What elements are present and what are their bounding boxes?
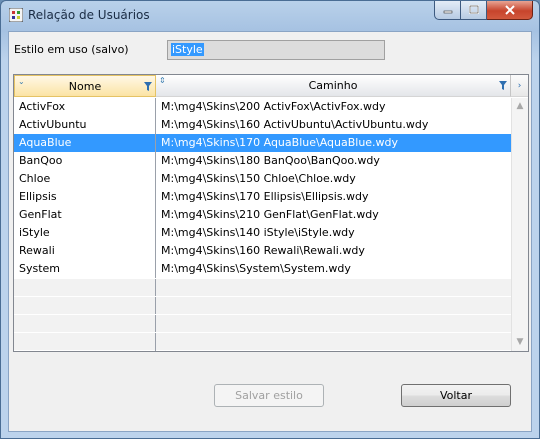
table-row[interactable]: BanQoo M:\mg4\Skins\180 BanQoo\BanQoo.wdy: [14, 152, 511, 170]
grid-rows: ActivFox M:\mg4\Skins\200 ActivFox\ActivF…: [14, 98, 511, 351]
cell-caminho: M:\mg4\Skins\170 AquaBlue\AquaBlue.wdy: [156, 134, 511, 152]
empty-row: [14, 314, 511, 333]
dialog-window: Relação de Usuários Estilo em uso (salvo…: [0, 0, 540, 439]
cell-caminho: M:\mg4\Skins\140 iStyle\iStyle.wdy: [161, 226, 355, 239]
sort-arrows-icon: ⇕: [159, 76, 166, 85]
back-button[interactable]: Voltar: [401, 384, 511, 407]
table-row[interactable]: Ellipsis M:\mg4\Skins\170 Ellipsis\Ellips…: [14, 188, 511, 206]
empty-cell: [14, 315, 156, 333]
cell-caminho: M:\mg4\Skins\200 ActivFox\ActivFox.wdy: [161, 100, 386, 113]
cell-nome: Ellipsis: [14, 188, 156, 206]
table-row[interactable]: Chloe M:\mg4\Skins\150 Chloe\Chloe.wdy: [14, 170, 511, 188]
grid-header: ⌄ Nome ⇕ Caminho ›: [14, 75, 528, 97]
users-app-icon: [8, 7, 24, 23]
scroll-right-button[interactable]: ›: [511, 75, 528, 97]
users-grid[interactable]: ⌄ Nome ⇕ Caminho › ActivFox M:\mg4\Skins\…: [13, 74, 529, 352]
cell-caminho: M:\mg4\Skins\160 ActivUbuntu\ActivUbuntu…: [161, 118, 429, 131]
close-icon: [504, 5, 515, 15]
cell-nome: System: [14, 260, 156, 278]
scroll-up-icon[interactable]: ▲: [512, 98, 528, 115]
cell-nome: ActivUbuntu: [14, 116, 156, 134]
cell-caminho: M:\mg4\Skins\180 BanQoo\BanQoo.wdy: [161, 154, 380, 167]
close-button[interactable]: [487, 1, 533, 20]
cell-caminho: M:\mg4\Skins\150 Chloe\Chloe.wdy: [161, 172, 356, 185]
title-bar[interactable]: Relação de Usuários: [1, 1, 539, 31]
minimize-button[interactable]: [434, 1, 461, 20]
cell-nome: iStyle: [14, 224, 156, 242]
empty-cell: [14, 297, 156, 315]
vertical-scrollbar[interactable]: ▲ ▼: [511, 98, 528, 351]
style-value: iStyle: [171, 43, 204, 56]
column-nome-label: Nome: [68, 80, 102, 93]
column-header-caminho[interactable]: ⇕ Caminho: [156, 75, 511, 97]
sort-indicator-icon: ⌄: [18, 77, 25, 86]
empty-cell: [14, 333, 156, 351]
cell-nome: AquaBlue: [14, 134, 156, 152]
style-label: Estilo em uso (salvo): [14, 43, 129, 56]
empty-cell: [14, 279, 156, 297]
cell-nome: ActivFox: [14, 98, 156, 116]
empty-row: [14, 296, 511, 315]
maximize-button[interactable]: [461, 1, 487, 20]
scroll-down-icon[interactable]: ▼: [512, 334, 528, 351]
table-row[interactable]: AquaBlue M:\mg4\Skins\170 AquaBlue\AquaBl…: [14, 134, 511, 152]
table-row[interactable]: GenFlat M:\mg4\Skins\210 GenFlat\GenFlat.…: [14, 206, 511, 224]
cell-nome: BanQoo: [14, 152, 156, 170]
save-style-button[interactable]: Salvar estilo: [214, 384, 324, 407]
table-row[interactable]: iStyle M:\mg4\Skins\140 iStyle\iStyle.wdy: [14, 224, 511, 242]
window-title: Relação de Usuários: [28, 8, 150, 22]
cell-caminho: M:\mg4\Skins\170 Ellipsis\Ellipsis.wdy: [161, 190, 369, 203]
cell-nome: GenFlat: [14, 206, 156, 224]
table-row[interactable]: Rewali M:\mg4\Skins\160 Rewali\Rewali.wdy: [14, 242, 511, 260]
style-in-use-field[interactable]: iStyle: [167, 40, 385, 60]
table-row[interactable]: System M:\mg4\Skins\System\System.wdy: [14, 260, 511, 278]
empty-row: [14, 278, 511, 297]
maximize-icon: [468, 5, 479, 14]
dialog-body: Estilo em uso (salvo) iStyle ⌄ Nome ⇕ Ca…: [8, 31, 532, 432]
cell-caminho: M:\mg4\Skins\160 Rewali\Rewali.wdy: [161, 244, 365, 257]
filter-icon[interactable]: [499, 81, 507, 90]
caption-buttons: [434, 1, 533, 20]
minimize-icon: [443, 10, 452, 14]
table-row[interactable]: ActivFox M:\mg4\Skins\200 ActivFox\ActivF…: [14, 98, 511, 116]
cell-caminho: M:\mg4\Skins\210 GenFlat\GenFlat.wdy: [161, 208, 379, 221]
cell-nome: Rewali: [14, 242, 156, 260]
cell-caminho: M:\mg4\Skins\System\System.wdy: [161, 262, 351, 275]
cell-nome: Chloe: [14, 170, 156, 188]
filter-icon[interactable]: [144, 82, 152, 91]
chevron-right-icon: ›: [517, 81, 522, 91]
empty-row: [14, 332, 511, 351]
table-row[interactable]: ActivUbuntu M:\mg4\Skins\160 ActivUbuntu\…: [14, 116, 511, 134]
column-header-nome[interactable]: ⌄ Nome: [14, 75, 156, 97]
column-caminho-label: Caminho: [308, 79, 358, 92]
